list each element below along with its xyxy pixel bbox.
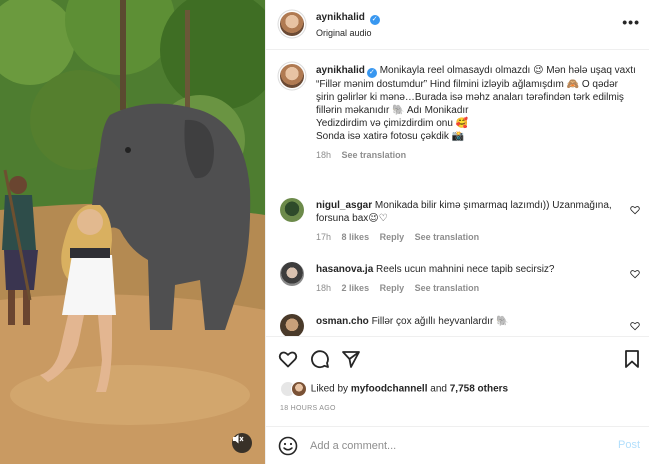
caption-line: Yedizdirdim və çimizdirdim onu 🥰 (316, 118, 469, 129)
like-comment-heart-icon[interactable] (630, 269, 640, 279)
liked-by: Liked by myfoodchannell and 7,758 others (280, 381, 508, 397)
comment-username[interactable]: nigul_asgar (316, 200, 372, 211)
post-caption: aynikhalid ✓ Monikayla reel olmasaydı olm… (316, 64, 638, 162)
liker-avatars (280, 381, 308, 397)
like-heart-icon[interactable] (278, 349, 298, 369)
caption-meta: 18h See translation (316, 149, 638, 162)
like-comment-heart-icon[interactable] (630, 205, 640, 215)
see-translation-link[interactable]: See translation (415, 283, 480, 293)
comment-username[interactable]: hasanova.ja (316, 264, 373, 275)
reply-button[interactable]: Reply (380, 232, 405, 242)
comment-input[interactable] (310, 437, 590, 455)
comment-avatar[interactable] (280, 262, 304, 286)
caption-avatar[interactable] (280, 64, 304, 88)
comment-meta: 17h 8 likes Reply See translation (316, 231, 616, 244)
more-options-icon[interactable]: ••• (622, 14, 640, 30)
liked-by-prefix: Liked by (310, 383, 349, 395)
post-panel: aynikhalid ✓ Original audio ••• aynikhal… (265, 0, 649, 464)
audio-link[interactable]: Original audio (316, 28, 372, 38)
mute-button[interactable] (232, 433, 252, 453)
caption-line: Sonda isə xatirə fotosu çəkdik 📸 (316, 131, 465, 142)
muted-speaker-icon (233, 434, 244, 444)
video-frame (0, 0, 265, 464)
comments-section[interactable]: aynikhalid ✓ Monikayla reel olmasaydı olm… (266, 51, 649, 336)
post-header: aynikhalid ✓ Original audio ••• (266, 0, 649, 50)
comment-avatar[interactable] (280, 314, 304, 336)
liked-by-and: and (430, 383, 447, 395)
comment-body: hasanova.ja Reels ucun mahnini nece tapi… (316, 263, 616, 295)
liked-by-user[interactable]: myfoodchannell (351, 384, 428, 395)
verified-badge-icon: ✓ (369, 15, 380, 25)
author-username[interactable]: aynikhalid (316, 12, 365, 23)
comment-time[interactable]: 18h (316, 283, 331, 293)
add-comment-bar: Post (266, 426, 649, 464)
comment-avatar[interactable] (280, 198, 304, 222)
like-comment-heart-icon[interactable] (630, 321, 640, 331)
liker-avatar (291, 381, 307, 397)
comment-text: Fillər çox ağıllı heyvanlardır 🐘 (371, 316, 509, 327)
caption-time[interactable]: 18h (316, 150, 331, 160)
post-actions: Liked by myfoodchannell and 7,758 others… (266, 336, 649, 426)
comment-body: osman.cho Fillər çox ağıllı heyvanlardır… (316, 315, 616, 328)
comment-text: Reels ucun mahnini nece tapib secirsiz? (376, 264, 555, 275)
see-translation-link[interactable]: See translation (342, 150, 407, 160)
save-bookmark-icon[interactable] (622, 349, 642, 369)
see-translation-link[interactable]: See translation (415, 232, 480, 242)
reply-button[interactable]: Reply (380, 283, 405, 293)
post-video[interactable] (0, 0, 265, 464)
liked-by-others[interactable]: 7,758 others (450, 384, 508, 395)
caption-username[interactable]: aynikhalid (316, 65, 365, 76)
comment-meta: 18h 2 likes Reply See translation (316, 282, 616, 295)
comment-username[interactable]: osman.cho (316, 316, 369, 327)
comment-time[interactable]: 17h (316, 232, 331, 242)
share-paper-plane-icon[interactable] (341, 349, 361, 369)
author-avatar[interactable] (280, 12, 304, 36)
comment-body: nigul_asgar Monikada bilir kimə şımarmaq… (316, 199, 616, 244)
comment-bubble-icon[interactable] (310, 349, 330, 369)
verified-badge-icon: ✓ (366, 68, 377, 78)
post-comment-button[interactable]: Post (618, 439, 640, 451)
post-time-ago[interactable]: 18 HOURS AGO (280, 405, 336, 412)
comment-likes[interactable]: 2 likes (342, 283, 370, 293)
comment-likes[interactable]: 8 likes (342, 232, 370, 242)
emoji-smiley-icon[interactable] (278, 436, 298, 456)
